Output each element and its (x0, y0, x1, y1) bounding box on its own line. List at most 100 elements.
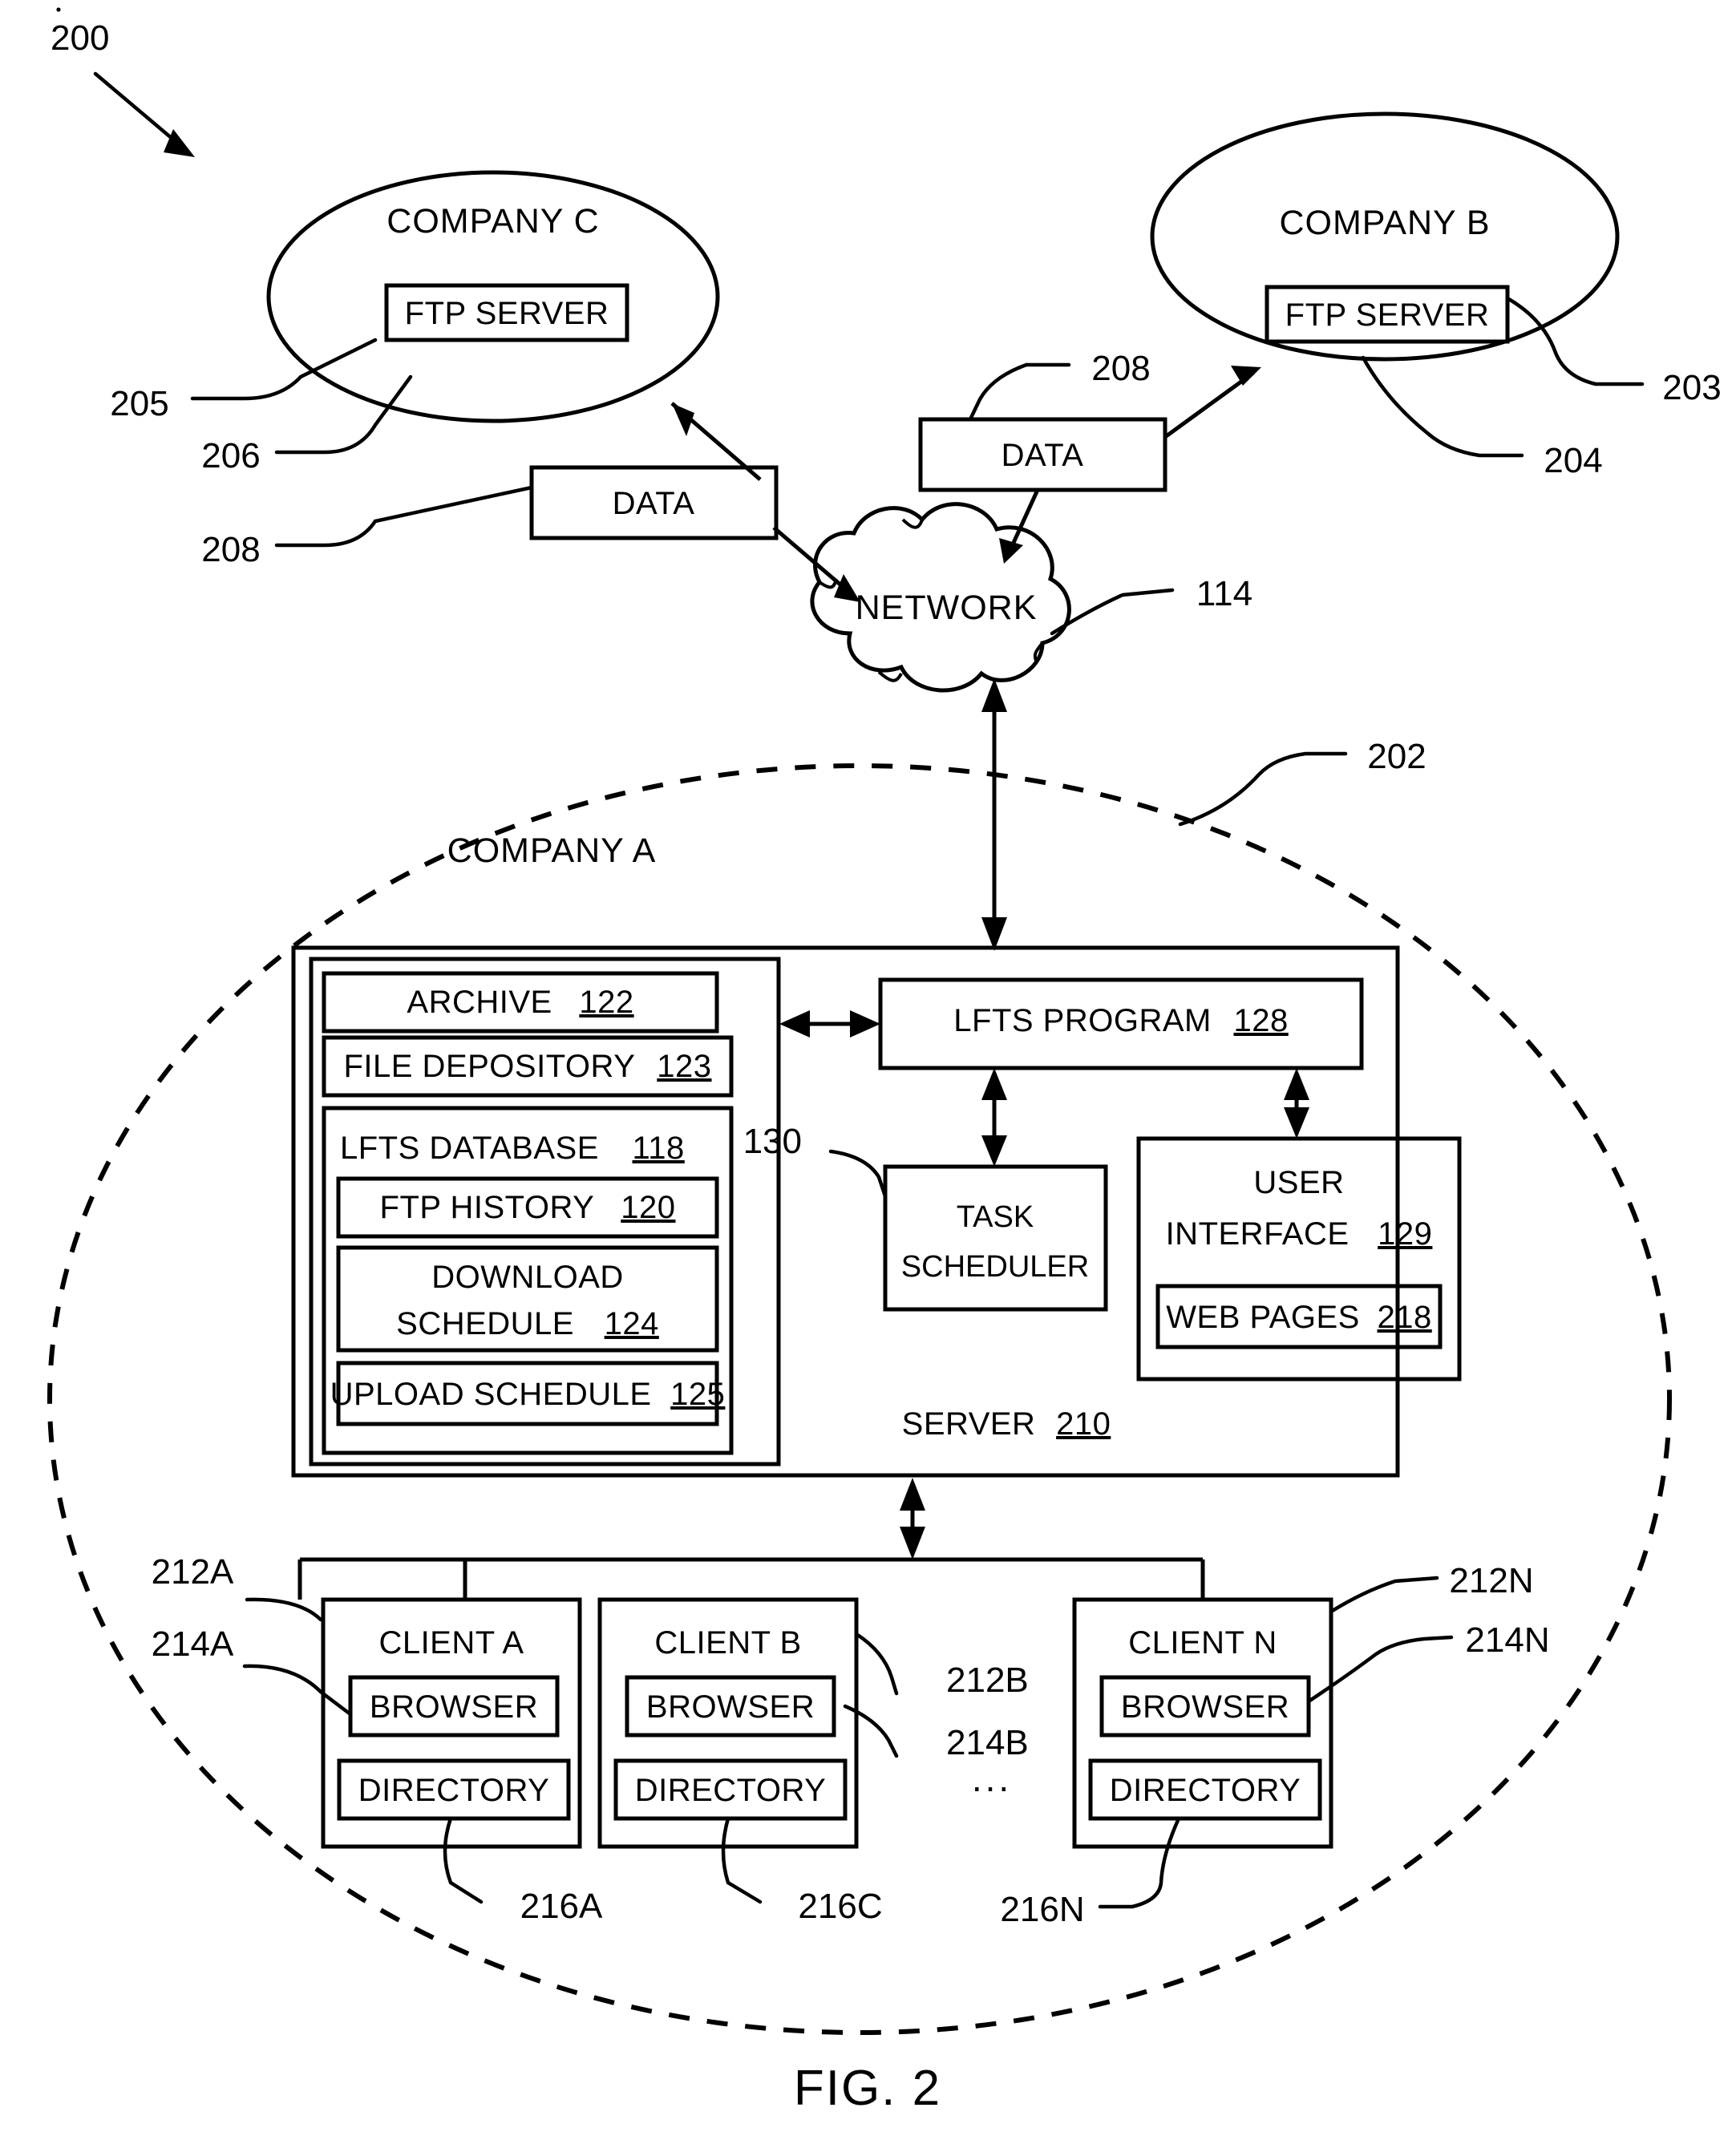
company-c-group: COMPANY C FTP SERVER 205 206 (110, 170, 720, 475)
network-server-arrow-up (981, 678, 1007, 712)
client-a-group: CLIENT A BROWSER DIRECTORY 212A 214A 216… (152, 1552, 603, 1926)
file-depository-ref: 123 (657, 1049, 711, 1084)
arrow-data-right-to-company-b-head (1231, 366, 1261, 386)
web-pages-ref: 218 (1377, 1300, 1431, 1335)
ref-205-label: 205 (110, 384, 168, 423)
server-label-text: SERVER (902, 1406, 1036, 1442)
ref-216a-label: 216A (520, 1887, 603, 1926)
company-a-label: COMPANY A (447, 831, 657, 870)
clients-ellipsis: ... (972, 1758, 1012, 1799)
storage-program-arrow-left (779, 1010, 810, 1038)
lfts-program-label: LFTS PROGRAM 128 (953, 1003, 1288, 1038)
lfts-database-label: LFTS DATABASE 118 (340, 1131, 685, 1166)
client-a-label: CLIENT A (378, 1625, 524, 1661)
ref-204-leader (1361, 355, 1524, 458)
task-scheduler-box (883, 1164, 1108, 1312)
ref-130-label: 130 (743, 1122, 802, 1161)
archive-label: ARCHIVE 122 (407, 985, 633, 1020)
ftp-history-ref: 120 (621, 1190, 675, 1225)
ref-208-left-label: 208 (201, 530, 260, 569)
data-box-left-label: DATA (613, 486, 695, 521)
upload-schedule-label-text: UPLOAD SCHEDULE (330, 1377, 652, 1412)
scan-speck (56, 7, 61, 12)
ftp-history-label-text: FTP HISTORY (380, 1190, 594, 1225)
data-box-right-label: DATA (1002, 438, 1084, 473)
program-scheduler-arrow-up (981, 1068, 1007, 1100)
ref-203-label: 203 (1662, 368, 1721, 407)
ref-214b-label: 214B (946, 1723, 1029, 1762)
program-scheduler-link (981, 1068, 1007, 1167)
ref-114-label: 114 (1196, 574, 1252, 613)
client-a-directory-label: DIRECTORY (358, 1773, 550, 1808)
client-b-group: CLIENT B BROWSER DIRECTORY 212B 214B 216… (597, 1597, 1029, 1926)
client-b-browser-label: BROWSER (646, 1689, 815, 1725)
user-interface-ref: 129 (1378, 1216, 1432, 1252)
web-pages-label: WEB PAGES 218 (1166, 1300, 1431, 1335)
program-ui-arrow-up (1284, 1068, 1309, 1100)
server-label: SERVER 210 (902, 1406, 1111, 1442)
ref-208-right-label: 208 (1091, 349, 1150, 388)
lfts-database-label-text: LFTS DATABASE (340, 1131, 599, 1166)
client-n-directory-label: DIRECTORY (1110, 1773, 1301, 1808)
client-b-directory-label: DIRECTORY (635, 1773, 827, 1808)
arrow-data-right-to-company-b (1163, 370, 1255, 439)
ref-130-leader (828, 1149, 888, 1199)
server-bus-arrow-up (900, 1478, 925, 1511)
ref-208-left-leader (274, 485, 534, 548)
file-depository-label-text: FILE DEPOSITORY (343, 1049, 634, 1084)
task-scheduler-line1: TASK (957, 1200, 1034, 1234)
ref-216a-leader (443, 1816, 484, 1904)
ref-212n-leader (1329, 1576, 1439, 1614)
ref-212b-leader (854, 1632, 899, 1696)
server-bus-arrow-down (900, 1527, 925, 1560)
archive-ref: 122 (579, 985, 633, 1020)
upload-schedule-label: UPLOAD SCHEDULE 125 (330, 1377, 726, 1412)
ref-216n-label: 216N (1000, 1890, 1084, 1929)
task-scheduler-line2: SCHEDULER (901, 1250, 1089, 1284)
network-to-server-link (981, 678, 1007, 951)
ref-206-label: 206 (201, 436, 260, 475)
program-ui-arrow-down (1284, 1107, 1309, 1139)
ref-200-label: 200 (51, 18, 109, 58)
cloud-scallop-bottom (877, 670, 903, 682)
client-b-label: CLIENT B (654, 1625, 801, 1661)
ref-216c-label: 216C (798, 1887, 882, 1926)
network-label: NETWORK (856, 589, 1038, 627)
patent-figure-2: 200 COMPANY C FTP SERVER 205 206 DATA 20… (0, 0, 1736, 2136)
company-b-label: COMPANY B (1279, 204, 1490, 242)
program-scheduler-arrow-down (981, 1135, 1007, 1167)
company-b-ftp-server-label: FTP SERVER (1285, 297, 1490, 333)
download-schedule-line1: DOWNLOAD (431, 1260, 624, 1295)
server-clients-link (297, 1478, 1205, 1600)
ref-212n-label: 212N (1449, 1561, 1533, 1600)
company-b-data-group: DATA 208 (918, 349, 1261, 564)
ref-216n-leader (1098, 1816, 1181, 1909)
ref-214a-label: 214A (152, 1624, 234, 1664)
client-a-browser-label: BROWSER (370, 1689, 538, 1725)
program-ui-link (1284, 1068, 1309, 1139)
company-c-ftp-server-label: FTP SERVER (405, 296, 609, 331)
server-ref: 210 (1056, 1406, 1111, 1442)
upload-schedule-ref: 125 (670, 1377, 725, 1412)
storage-program-arrow-right (850, 1010, 880, 1038)
system-ref-200: 200 (51, 18, 195, 157)
ref-212b-label: 212B (946, 1661, 1029, 1700)
download-schedule-ref: 124 (605, 1306, 659, 1341)
web-pages-label-text: WEB PAGES (1166, 1300, 1360, 1335)
download-schedule-line2: SCHEDULE 124 (396, 1306, 659, 1341)
ref-202-leader (1178, 751, 1348, 827)
diagram-canvas: 200 COMPANY C FTP SERVER 205 206 DATA 20… (47, 7, 1722, 2116)
lfts-program-label-text: LFTS PROGRAM (953, 1003, 1212, 1038)
cloud-scallop-top (901, 518, 924, 529)
ref-203-leader (1505, 296, 1645, 386)
client-n-label: CLIENT N (1128, 1625, 1277, 1661)
ftp-history-label: FTP HISTORY 120 (380, 1190, 676, 1225)
lfts-program-ref: 128 (1233, 1003, 1288, 1038)
file-depository-label: FILE DEPOSITORY 123 (343, 1049, 711, 1084)
archive-label-text: ARCHIVE (407, 985, 552, 1020)
ref-212a-leader (245, 1597, 323, 1622)
client-n-browser-label: BROWSER (1121, 1689, 1289, 1725)
network-cloud-group: NETWORK 114 (810, 502, 1252, 693)
ref-208-right-leader-curve (968, 362, 1029, 422)
ref-214b-leader (843, 1704, 899, 1758)
